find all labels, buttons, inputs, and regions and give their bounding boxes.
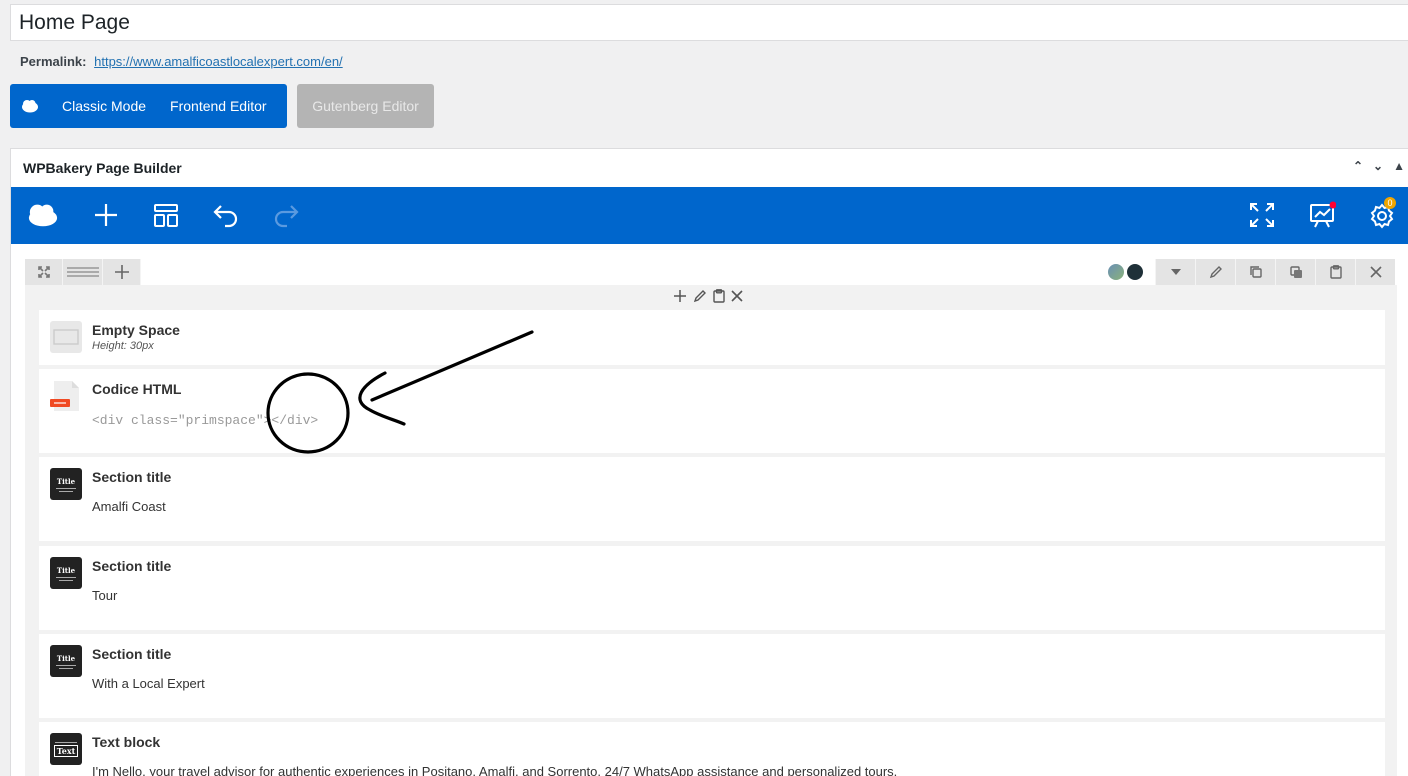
icon-label: Title: [56, 653, 76, 663]
clone-row-icon[interactable]: [1235, 259, 1275, 285]
column-controls: [673, 289, 743, 308]
paste-icon[interactable]: [713, 289, 725, 308]
templates-icon[interactable]: [150, 199, 182, 231]
element-title: Section title: [92, 469, 172, 485]
move-down-icon[interactable]: ⌄: [1373, 159, 1383, 173]
fullscreen-icon[interactable]: [1246, 199, 1278, 231]
row-design-options[interactable]: [1108, 264, 1143, 280]
icon-label: Title: [56, 476, 76, 486]
panel-header: WPBakery Page Builder ⌃ ⌄ ▲: [11, 149, 1408, 187]
redo-icon[interactable]: [270, 199, 302, 231]
html-code-element[interactable]: Codice HTML <div class="primspace"></div…: [39, 369, 1385, 453]
background-image-icon: [1108, 264, 1124, 280]
text-block-icon: Text: [50, 733, 82, 765]
frontend-editor-button[interactable]: Frontend Editor: [158, 98, 279, 114]
section-title-icon: Title: [50, 557, 82, 589]
edit-row-icon[interactable]: [1195, 259, 1235, 285]
element-text: I'm Nello, your travel advisor for authe…: [92, 764, 898, 776]
editor-mode-group: Classic Mode Frontend Editor: [10, 84, 287, 128]
text-block-element[interactable]: Text Text block I'm Nello, your travel a…: [39, 722, 1385, 776]
chevron-down-icon[interactable]: [1155, 259, 1195, 285]
permalink-link[interactable]: https://www.amalficoastlocalexpert.com/e…: [94, 54, 343, 69]
add-column-icon[interactable]: [103, 259, 141, 285]
permalink: Permalink: https://www.amalficoastlocale…: [20, 54, 343, 69]
element-text: Amalfi Coast: [92, 499, 166, 514]
permalink-label: Permalink:: [20, 54, 87, 69]
row-move-icon[interactable]: [25, 259, 63, 285]
empty-space-icon: [50, 321, 82, 353]
gutenberg-editor-button[interactable]: Gutenberg Editor: [297, 84, 434, 128]
post-title-input[interactable]: [10, 4, 1408, 41]
element-text: With a Local Expert: [92, 676, 205, 691]
builder-toolbar: 0: [11, 187, 1408, 244]
delete-column-icon[interactable]: [731, 289, 743, 308]
row-controls: [25, 259, 141, 285]
edit-column-icon[interactable]: [693, 289, 707, 308]
add-element-icon[interactable]: [90, 199, 122, 231]
wpbakery-panel: WPBakery Page Builder ⌃ ⌄ ▲ 0 Empty Spac…: [10, 148, 1408, 776]
empty-space-element[interactable]: Empty Space Height: 30px: [39, 310, 1385, 365]
element-title: Section title: [92, 558, 172, 574]
background-color-icon: [1127, 264, 1143, 280]
panel-title: WPBakery Page Builder: [23, 160, 182, 176]
element-title: Section title: [92, 646, 172, 662]
delete-row-icon[interactable]: [1355, 259, 1395, 285]
section-title-element[interactable]: Title Section title With a Local Expert: [39, 634, 1385, 718]
paste-icon[interactable]: [1315, 259, 1355, 285]
section-title-element[interactable]: Title Section title Amalfi Coast: [39, 457, 1385, 541]
icon-label: Title: [56, 565, 76, 575]
undo-icon[interactable]: [210, 199, 242, 231]
html-file-icon: [50, 380, 82, 412]
copy-row-icon[interactable]: [1275, 259, 1315, 285]
icon-label: Text: [53, 744, 79, 757]
toggle-panel-icon[interactable]: ▲: [1393, 159, 1405, 173]
add-element-icon[interactable]: [673, 289, 687, 308]
builder-canvas: Empty Space Height: 30px Codice HTML <di…: [11, 245, 1408, 776]
row-actions: [1108, 259, 1395, 285]
element-title: Codice HTML: [92, 381, 182, 397]
html-code-preview: <div class="primspace"></div>: [92, 413, 319, 428]
element-title: Empty Space: [92, 322, 180, 338]
settings-icon[interactable]: 0: [1366, 197, 1398, 231]
classic-mode-button[interactable]: Classic Mode: [50, 98, 158, 114]
element-title: Text block: [92, 734, 161, 750]
row-layout-icon[interactable]: [63, 259, 103, 285]
section-title-icon: Title: [50, 645, 82, 677]
element-subtitle: Height: 30px: [92, 340, 154, 352]
row-body: Empty Space Height: 30px Codice HTML <di…: [25, 285, 1397, 776]
section-title-element[interactable]: Title Section title Tour: [39, 546, 1385, 630]
move-up-icon[interactable]: ⌃: [1353, 159, 1363, 173]
seo-icon[interactable]: [1306, 199, 1338, 231]
section-title-icon: Title: [50, 468, 82, 500]
element-text: Tour: [92, 588, 118, 603]
wpbakery-logo-icon: [10, 99, 50, 113]
wpbakery-logo-icon[interactable]: [27, 199, 59, 231]
settings-badge: 0: [1384, 197, 1396, 209]
